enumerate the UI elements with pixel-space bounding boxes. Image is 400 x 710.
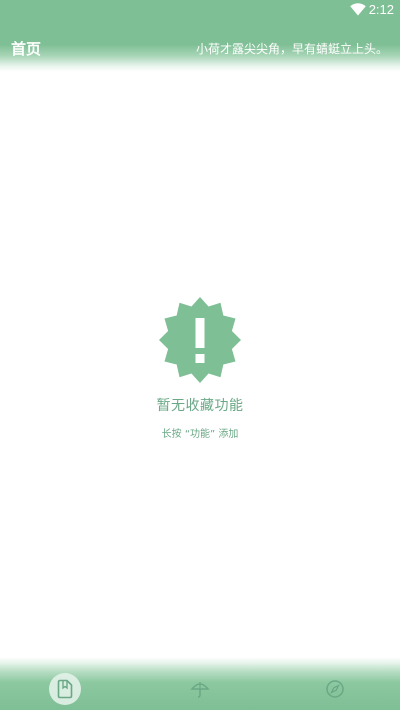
wifi-icon — [350, 3, 366, 16]
bookmark-icon — [57, 679, 73, 699]
empty-state: 暂无收藏功能 长按 “功能” 添加 — [0, 296, 400, 440]
nav-tab-favorites[interactable] — [49, 673, 81, 705]
header-area: 2:12 首页 小荷才露尖尖角，早有蜻蜓立上头。 — [0, 0, 400, 72]
nav-tab-umbrella[interactable] — [184, 673, 216, 705]
status-bar: 2:12 — [0, 0, 400, 20]
page-title: 首页 — [11, 40, 42, 58]
home-screen: 2:12 首页 小荷才露尖尖角，早有蜻蜓立上头。 暂无收藏功能 长按 “功能” … — [0, 0, 400, 710]
bottom-navigation — [0, 657, 400, 710]
compass-icon — [326, 680, 344, 698]
app-bar: 首页 小荷才露尖尖角，早有蜻蜓立上头。 — [0, 22, 400, 70]
empty-state-title: 暂无收藏功能 — [156, 398, 244, 414]
empty-state-hint: 长按 “功能” 添加 — [161, 429, 239, 440]
page-subtitle: 小荷才露尖尖角，早有蜻蜓立上头。 — [195, 42, 388, 56]
status-time: 2:12 — [368, 2, 394, 17]
nav-tab-compass[interactable] — [319, 673, 351, 705]
alert-badge-icon — [159, 296, 241, 384]
umbrella-icon — [190, 682, 210, 698]
